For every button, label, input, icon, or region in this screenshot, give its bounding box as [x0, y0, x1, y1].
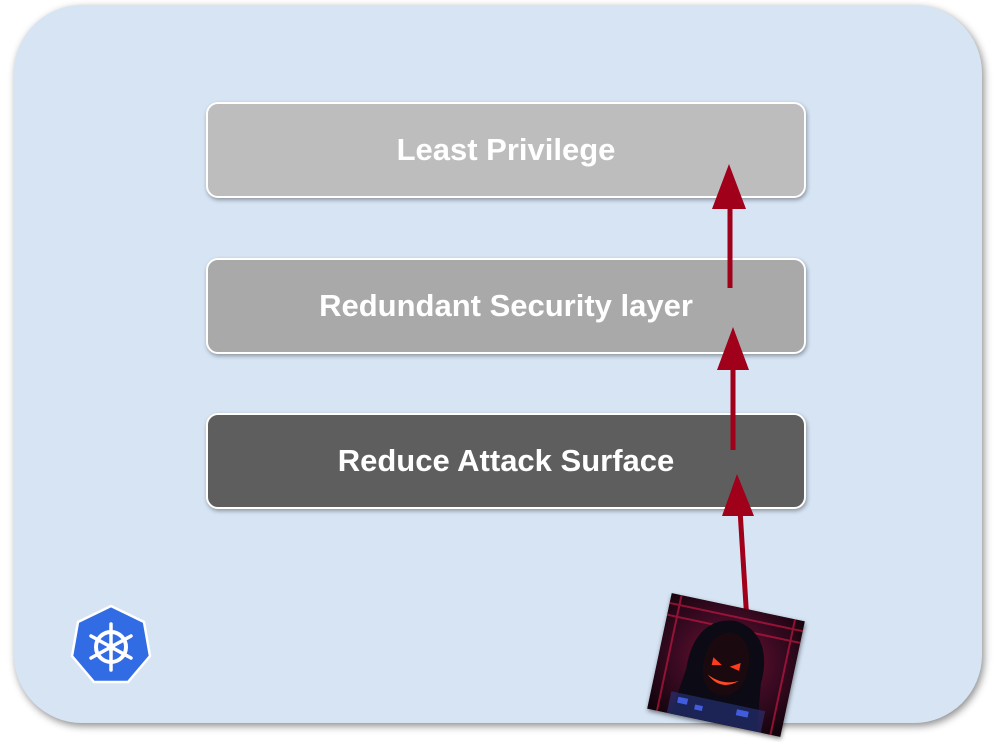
slide: Least Privilege Redundant Security layer…	[0, 0, 1002, 742]
layer-reduce-attack-surface: Reduce Attack Surface	[206, 413, 806, 509]
layer-label: Least Privilege	[396, 132, 616, 167]
layer-label: Redundant Security layer	[319, 288, 693, 323]
layer-least-privilege: Least Privilege	[206, 102, 806, 198]
kubernetes-logo	[70, 604, 152, 684]
layer-redundant-security: Redundant Security layer	[206, 258, 806, 354]
layer-label: Reduce Attack Surface	[337, 443, 675, 478]
